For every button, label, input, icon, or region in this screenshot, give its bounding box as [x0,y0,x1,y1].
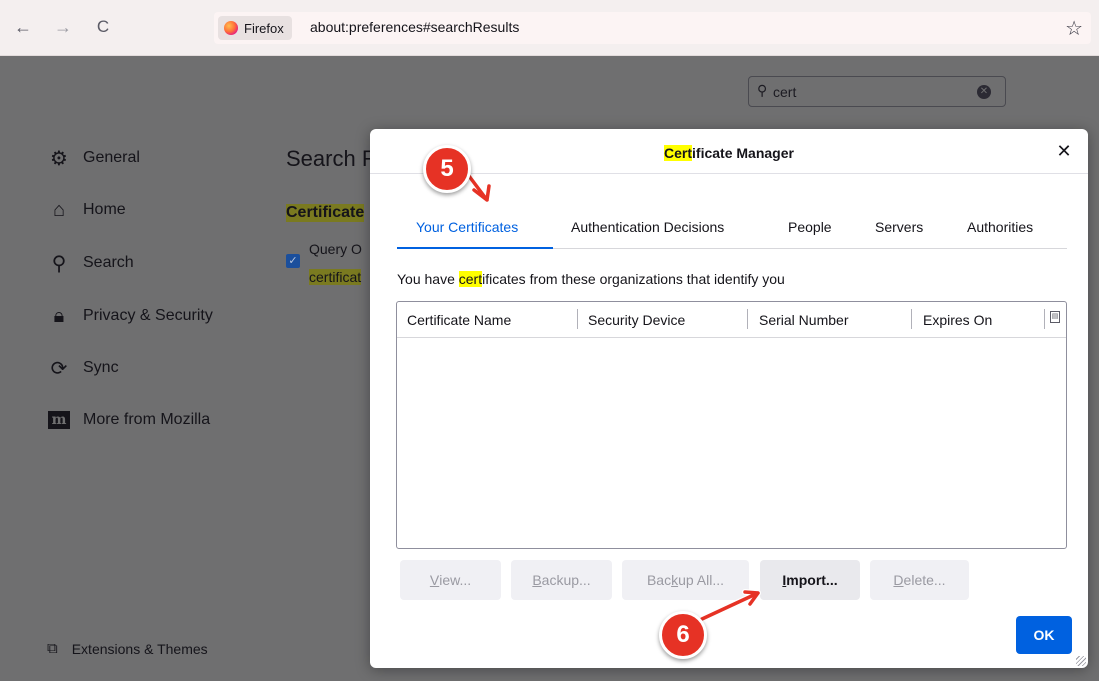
gear-icon: ⚙ [50,147,68,170]
column-separator[interactable] [747,309,748,329]
category-label: Search [83,254,134,271]
back-button[interactable]: ← [10,14,36,40]
identity-box[interactable]: Firefox [218,16,292,40]
btn-text: Bac [646,572,672,588]
search-value: cert [773,84,797,100]
btn-mnemonic: B [532,572,542,588]
extensions-themes-link[interactable]: ⧉ Extensions & Themes [47,640,208,657]
btn-mnemonic: k [671,572,679,588]
info-prefix: You have [397,271,459,287]
category-privacy[interactable]: 🔒︎ Privacy & Security [47,304,213,328]
search-icon: ⚲ [757,82,768,98]
identity-label: Firefox [244,20,284,36]
step-5-badge: 5 [423,145,471,193]
column-separator[interactable] [1044,309,1045,329]
mozilla-m-icon: m [47,408,71,432]
puzzle-icon: ⧉ [47,640,58,657]
category-label: More from Mozilla [83,411,211,428]
search-results-title: Search R [286,146,378,171]
browser-toolbar: ← → C Firefox about:preferences#searchRe… [0,0,1099,56]
view-button[interactable]: View... [400,560,501,600]
category-label: Sync [83,359,119,376]
category-sync[interactable]: ⟳ Sync [47,356,119,380]
column-header-security-device[interactable]: Security Device [588,312,685,328]
backup-button[interactable]: Backup... [511,560,612,600]
category-general[interactable]: ⚙ General [47,146,140,170]
step-6-badge: 6 [659,611,707,659]
category-label: Privacy & Security [83,307,213,324]
home-icon: ⌂ [52,198,66,221]
extensions-label: Extensions & Themes [71,640,208,657]
info-text: You have certificates from these organiz… [397,271,785,287]
import-button[interactable]: Import... [760,560,860,600]
active-tab-indicator [397,247,553,249]
tab-authentication-decisions[interactable]: Authentication Decisions [571,219,724,235]
firefox-logo-icon [224,21,238,35]
btn-text: mport... [786,572,838,588]
certificates-heading: Certificate [286,204,365,222]
btn-mnemonic: V [429,572,440,588]
certificate-manager-dialog: Certificate Manager ✕ Your Certificates … [370,129,1088,668]
dialog-title: Certificate Manager [370,145,1088,161]
ocsp-label: Query O [309,241,362,257]
url-text[interactable]: about:preferences#searchResults [310,19,519,35]
column-picker-icon[interactable]: ▤ [1050,311,1060,323]
column-separator[interactable] [577,309,578,329]
category-more-from-mozilla[interactable]: m More from Mozilla [47,408,210,432]
sync-icon: ⟳ [50,357,68,380]
btn-text: elete... [903,572,946,588]
clear-search-icon[interactable]: ✕ [977,85,991,99]
reload-button[interactable]: C [90,14,116,40]
preferences-search-input[interactable]: ⚲ cert ✕ [748,76,1006,107]
bookmark-star-icon[interactable]: ☆ [1065,16,1083,41]
category-home[interactable]: ⌂ Home [47,198,126,222]
ocsp-checkbox[interactable]: ✓ [286,254,300,268]
resize-grip[interactable] [1076,656,1086,666]
category-label: General [83,149,140,166]
info-highlight: cert [458,271,483,287]
info-suffix: ificates from these organizations that i… [482,271,785,287]
delete-button[interactable]: Delete... [870,560,969,600]
category-label: Home [83,201,126,218]
backup-all-button[interactable]: Bac k up All... [622,560,749,600]
title-highlight: Cert [664,145,693,161]
tab-servers[interactable]: Servers [875,219,923,235]
forward-button[interactable]: → [50,14,76,40]
tab-people[interactable]: People [788,219,832,235]
back-arrow-icon: ← [14,16,32,37]
table-header: Certificate Name Security Device Serial … [397,302,1066,338]
btn-mnemonic: D [893,572,904,588]
btn-text: iew... [439,572,472,588]
column-separator[interactable] [911,309,912,329]
column-header-serial-number[interactable]: Serial Number [759,312,848,328]
title-divider [370,173,1088,174]
close-icon[interactable]: ✕ [1054,141,1074,161]
column-header-expires-on[interactable]: Expires On [923,312,992,328]
ok-button[interactable]: OK [1016,616,1072,654]
forward-arrow-icon: → [54,16,72,37]
lock-icon: 🔒︎ [53,304,65,327]
column-header-certificate-name[interactable]: Certificate Name [407,312,511,328]
certificate-table[interactable]: Certificate Name Security Device Serial … [396,301,1067,549]
btn-text: ackup... [541,572,591,588]
ocsp-label-line2: certificat [309,269,362,285]
tab-bar: Your Certificates Authentication Decisio… [397,209,1067,249]
category-search[interactable]: ⚲ Search [47,251,134,275]
title-rest: ificate Manager [692,145,794,161]
search-icon: ⚲ [51,252,67,275]
url-bar[interactable]: Firefox about:preferences#searchResults … [214,12,1091,44]
tab-authorities[interactable]: Authorities [967,219,1033,235]
reload-icon: C [96,17,110,36]
btn-text: up All... [678,572,725,588]
tab-your-certificates[interactable]: Your Certificates [416,219,518,235]
